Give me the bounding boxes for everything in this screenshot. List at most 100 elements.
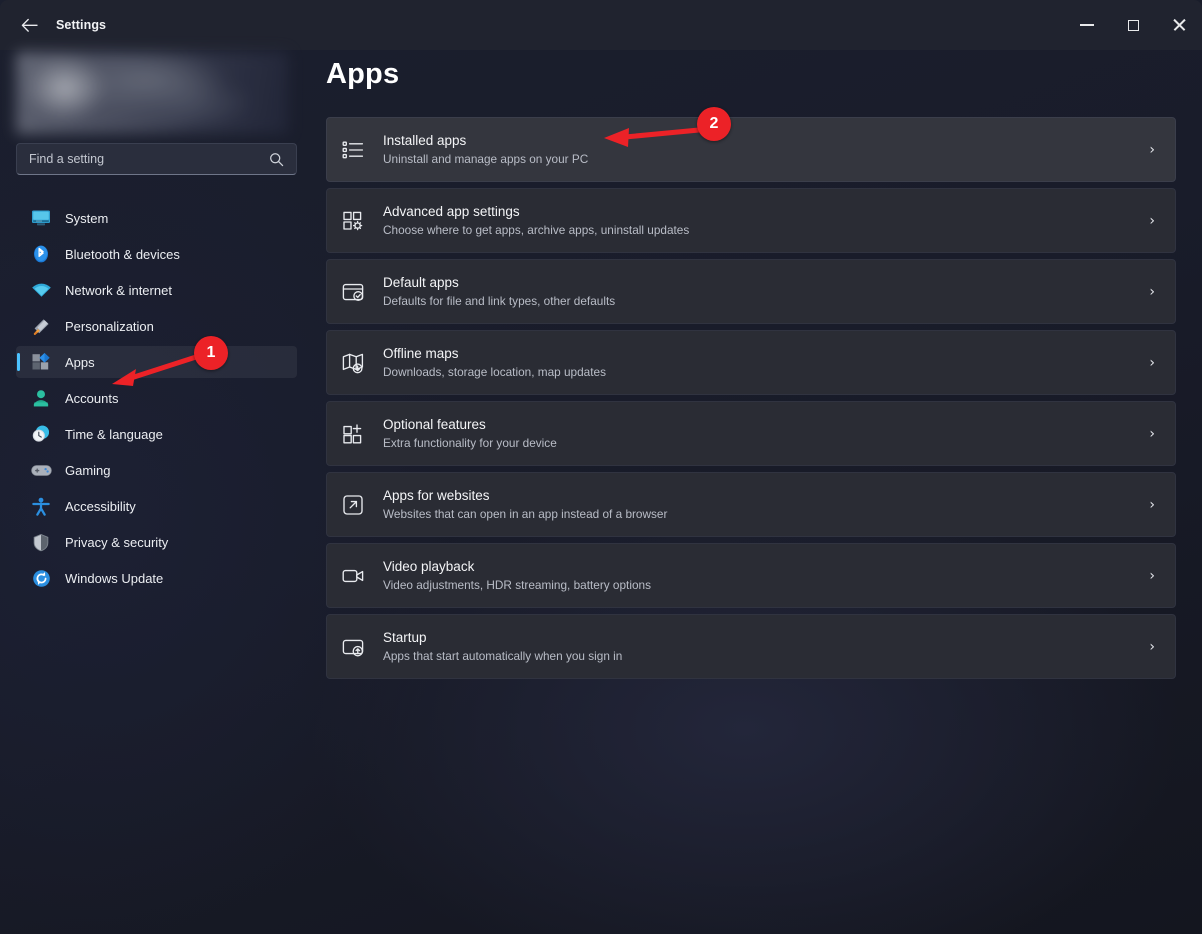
- close-button[interactable]: [1156, 0, 1202, 50]
- shield-icon: [29, 531, 53, 553]
- sidebar-item-label: Gaming: [65, 463, 111, 478]
- startup-upload-icon: [340, 634, 366, 660]
- card-text: Startup Apps that start automatically whe…: [383, 629, 622, 664]
- sidebar-item-bluetooth-devices[interactable]: Bluetooth & devices: [16, 238, 297, 270]
- sidebar-item-apps[interactable]: Apps: [16, 346, 297, 378]
- settings-card-list: Installed apps Uninstall and manage apps …: [326, 117, 1176, 685]
- card-subtitle: Apps that start automatically when you s…: [383, 648, 622, 664]
- sidebar-item-personalization[interactable]: Personalization: [16, 310, 297, 342]
- sidebar-item-label: Apps: [65, 355, 95, 370]
- wifi-icon: [29, 279, 53, 301]
- window-check-icon: [340, 279, 366, 305]
- sidebar-item-label: System: [65, 211, 108, 226]
- card-subtitle: Uninstall and manage apps on your PC: [383, 151, 588, 167]
- card-subtitle: Websites that can open in an app instead…: [383, 506, 667, 522]
- chevron-right-icon: ›: [1149, 427, 1155, 441]
- card-subtitle: Downloads, storage location, map updates: [383, 364, 606, 380]
- sidebar-item-label: Time & language: [65, 427, 163, 442]
- external-link-box-icon: [340, 492, 366, 518]
- window-controls: [1064, 0, 1202, 50]
- user-profile-blurred[interactable]: [16, 52, 288, 134]
- gamepad-icon: [29, 459, 53, 481]
- chevron-right-icon: ›: [1149, 356, 1155, 370]
- card-text: Apps for websites Websites that can open …: [383, 487, 667, 522]
- window-title: Settings: [56, 18, 106, 32]
- card-title: Installed apps: [383, 132, 588, 149]
- clock-globe-icon: [29, 423, 53, 445]
- title-bar: Settings: [0, 0, 1202, 50]
- card-offline-maps[interactable]: Offline maps Downloads, storage location,…: [326, 330, 1176, 395]
- card-video-playback[interactable]: Video playback Video adjustments, HDR str…: [326, 543, 1176, 608]
- sidebar-item-privacy-security[interactable]: Privacy & security: [16, 526, 297, 558]
- search-box[interactable]: [16, 143, 297, 175]
- card-text: Advanced app settings Choose where to get…: [383, 203, 689, 238]
- card-default-apps[interactable]: Default apps Defaults for file and link t…: [326, 259, 1176, 324]
- sidebar-item-system[interactable]: System: [16, 202, 297, 234]
- apps-grid-icon: [29, 351, 53, 373]
- card-apps-for-websites[interactable]: Apps for websites Websites that can open …: [326, 472, 1176, 537]
- sidebar-item-accessibility[interactable]: Accessibility: [16, 490, 297, 522]
- sidebar-item-label: Bluetooth & devices: [65, 247, 180, 262]
- bulleted-list-icon: [340, 137, 366, 163]
- maximize-icon: [1128, 20, 1139, 31]
- sidebar-item-label: Privacy & security: [65, 535, 168, 550]
- chevron-right-icon: ›: [1149, 640, 1155, 654]
- chevron-right-icon: ›: [1149, 498, 1155, 512]
- chevron-right-icon: ›: [1149, 569, 1155, 583]
- sidebar-nav: System Bluetooth & devices Network & inter…: [0, 198, 312, 598]
- accessibility-icon: [29, 495, 53, 517]
- card-title: Video playback: [383, 558, 651, 575]
- main-content: Apps Installed apps Uninstall and manage …: [312, 50, 1202, 934]
- card-title: Apps for websites: [383, 487, 667, 504]
- card-text: Installed apps Uninstall and manage apps …: [383, 132, 588, 167]
- sidebar-item-label: Accounts: [65, 391, 118, 406]
- card-optional-features[interactable]: Optional features Extra functionality for…: [326, 401, 1176, 466]
- sidebar: System Bluetooth & devices Network & inter…: [0, 50, 312, 934]
- card-title: Startup: [383, 629, 622, 646]
- minimize-icon: [1080, 24, 1094, 26]
- sidebar-item-label: Personalization: [65, 319, 154, 334]
- person-icon: [29, 387, 53, 409]
- card-text: Default apps Defaults for file and link t…: [383, 274, 615, 309]
- search-icon: [269, 152, 284, 167]
- card-advanced-app-settings[interactable]: Advanced app settings Choose where to get…: [326, 188, 1176, 253]
- settings-window: Settings SystemBluetooth & d: [0, 0, 1202, 934]
- sidebar-item-label: Windows Update: [65, 571, 163, 586]
- grid-plus-icon: [340, 421, 366, 447]
- chevron-right-icon: ›: [1149, 214, 1155, 228]
- map-download-icon: [340, 350, 366, 376]
- card-title: Optional features: [383, 416, 557, 433]
- card-subtitle: Extra functionality for your device: [383, 435, 557, 451]
- maximize-button[interactable]: [1110, 0, 1156, 50]
- card-title: Default apps: [383, 274, 615, 291]
- monitor-icon: [29, 207, 53, 229]
- sidebar-item-accounts[interactable]: Accounts: [16, 382, 297, 414]
- card-subtitle: Video adjustments, HDR streaming, batter…: [383, 577, 651, 593]
- card-subtitle: Defaults for file and link types, other …: [383, 293, 615, 309]
- card-text: Offline maps Downloads, storage location,…: [383, 345, 606, 380]
- minimize-button[interactable]: [1064, 0, 1110, 50]
- page-title: Apps: [326, 58, 399, 91]
- back-button[interactable]: [10, 9, 48, 41]
- card-text: Optional features Extra functionality for…: [383, 416, 557, 451]
- search-input[interactable]: [29, 152, 269, 166]
- card-installed-apps[interactable]: Installed apps Uninstall and manage apps …: [326, 117, 1176, 182]
- sidebar-item-windows-update[interactable]: Windows Update: [16, 562, 297, 594]
- video-camera-icon: [340, 563, 366, 589]
- card-text: Video playback Video adjustments, HDR str…: [383, 558, 651, 593]
- sidebar-item-network-internet[interactable]: Network & internet: [16, 274, 297, 306]
- close-icon: [1172, 18, 1186, 32]
- card-title: Offline maps: [383, 345, 606, 362]
- card-subtitle: Choose where to get apps, archive apps, …: [383, 222, 689, 238]
- bluetooth-icon: [29, 243, 53, 265]
- paintbrush-icon: [29, 315, 53, 337]
- app-settings-gear-icon: [340, 208, 366, 234]
- chevron-right-icon: ›: [1149, 143, 1155, 157]
- chevron-right-icon: ›: [1149, 285, 1155, 299]
- card-startup[interactable]: Startup Apps that start automatically whe…: [326, 614, 1176, 679]
- back-arrow-icon: [21, 18, 38, 33]
- card-title: Advanced app settings: [383, 203, 689, 220]
- sidebar-item-label: Accessibility: [65, 499, 136, 514]
- sidebar-item-gaming[interactable]: Gaming: [16, 454, 297, 486]
- sidebar-item-time-language[interactable]: Time & language: [16, 418, 297, 450]
